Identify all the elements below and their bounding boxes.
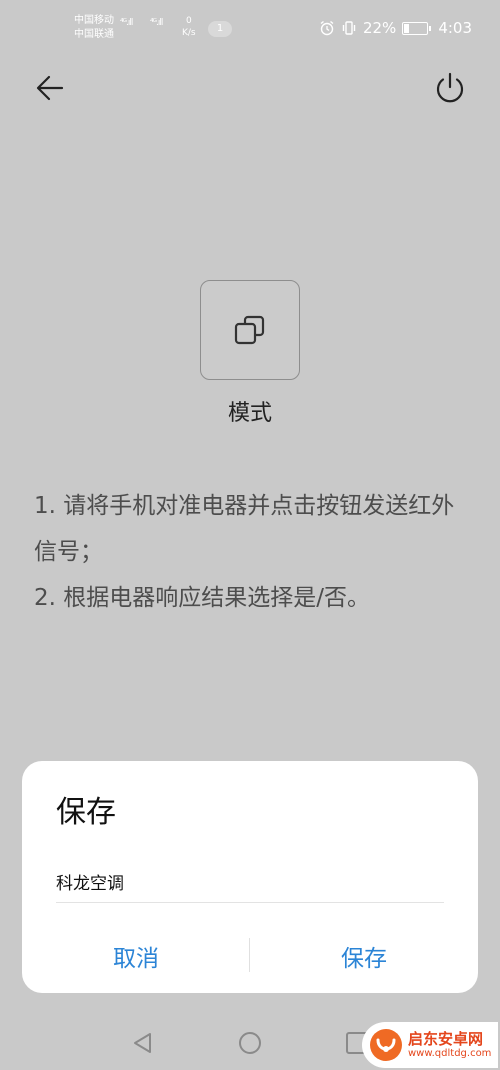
carrier-2: 中国联通 xyxy=(74,29,114,40)
mode-icon xyxy=(234,315,265,345)
notification-badge: 1 xyxy=(208,21,232,37)
status-right: 22% 4:03 xyxy=(319,19,472,37)
speed-value: 0 xyxy=(185,16,192,26)
dialog-title: 保存 xyxy=(56,795,116,830)
battery-fill xyxy=(404,23,409,33)
instructions: 1. 请将手机对准电器并点击按钮发送红外信号； 2. 根据电器响应结果选择是/否… xyxy=(34,483,474,621)
save-dialog: 保存 取消 保存 xyxy=(22,761,478,993)
nav-home-button[interactable] xyxy=(235,1028,265,1058)
instruction-line-2: 2. 根据电器响应结果选择是/否。 xyxy=(34,585,371,611)
arrow-left-icon xyxy=(36,75,64,101)
battery-percent: 22% xyxy=(362,19,397,37)
status-bar: 中国移动 中国联通 ⁴ᴳ.ıll ⁴ᴳ.ıll 0 K/s 1 22% 4:03 xyxy=(0,0,500,58)
mode-button[interactable] xyxy=(200,280,300,380)
signal-icon-2: ⁴ᴳ.ıll xyxy=(150,18,163,28)
save-button[interactable]: 保存 xyxy=(250,929,478,983)
watermark: 启东安卓网 www.qdltdg.com xyxy=(362,1022,498,1068)
battery-icon xyxy=(402,21,432,35)
alarm-icon xyxy=(320,20,334,36)
nav-back-button[interactable] xyxy=(128,1028,158,1058)
watermark-logo-icon xyxy=(370,1029,402,1061)
power-icon xyxy=(436,72,464,103)
vibrate-icon xyxy=(342,21,356,35)
speed-unit: K/s xyxy=(182,28,196,38)
back-button[interactable] xyxy=(30,68,70,108)
signal-icon-1: ⁴ᴳ.ıll xyxy=(120,18,133,28)
watermark-title: 启东安卓网 xyxy=(408,1030,484,1048)
instruction-line-1: 1. 请将手机对准电器并点击按钮发送红外信号； xyxy=(34,493,455,565)
device-name-input[interactable] xyxy=(56,861,444,903)
clock: 4:03 xyxy=(438,19,472,37)
circle-home-icon xyxy=(239,1032,261,1054)
carrier-names: 中国移动 中国联通 xyxy=(74,14,114,42)
carrier-1: 中国移动 xyxy=(74,15,114,26)
network-speed: 0 K/s xyxy=(182,15,196,39)
triangle-back-icon xyxy=(134,1033,151,1053)
watermark-url: www.qdltdg.com xyxy=(408,1048,492,1059)
power-button[interactable] xyxy=(430,68,470,108)
mode-label: 模式 xyxy=(227,401,272,426)
watermark-text: 启东安卓网 www.qdltdg.com xyxy=(408,1030,491,1060)
cancel-button[interactable]: 取消 xyxy=(22,929,250,983)
